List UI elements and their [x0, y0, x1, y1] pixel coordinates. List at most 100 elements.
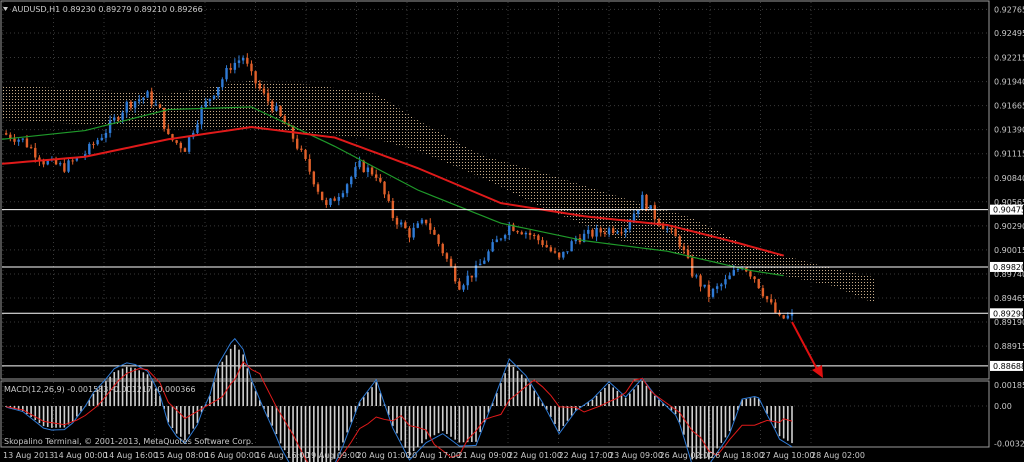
candle-body: [88, 143, 91, 155]
candle-body: [628, 222, 632, 230]
candle-body: [462, 285, 465, 290]
candle-body: [179, 142, 182, 149]
time-tick-label: 20 Aug 17:00: [407, 451, 461, 460]
macd-title: MACD(12,26,9) -0.001583 -0.001217 -0.000…: [4, 385, 196, 394]
candle-body: [296, 138, 299, 149]
candle-body: [246, 57, 249, 64]
macd-tick-label: 0.00: [994, 402, 1012, 411]
candle-body: [649, 205, 652, 210]
candle-body: [429, 223, 432, 230]
price-tick-label: 0.92495: [994, 29, 1024, 38]
candle-body: [154, 104, 158, 106]
candle-body: [250, 63, 253, 72]
candle-body: [379, 177, 382, 182]
candle-body: [395, 217, 399, 225]
candle-body: [271, 101, 274, 111]
candle-body: [470, 275, 474, 278]
candle-body: [437, 234, 440, 244]
candle-body: [129, 101, 133, 108]
candle-body: [383, 181, 386, 195]
candle-body: [508, 224, 511, 236]
candle-body: [499, 238, 503, 240]
candle-body: [350, 176, 353, 185]
candle-body: [454, 266, 457, 282]
candle-body: [753, 276, 756, 280]
candle-body: [262, 88, 266, 93]
candle-body: [187, 137, 191, 152]
candle-body: [503, 235, 507, 239]
candle-body: [720, 284, 723, 287]
level-price-label: 0.88688: [993, 362, 1024, 371]
candle-body: [458, 281, 461, 290]
candle-body: [495, 239, 498, 243]
candle-body: [732, 270, 735, 276]
candle-body: [545, 245, 548, 248]
candle-body: [682, 246, 686, 250]
candle-body: [478, 263, 482, 266]
candle-body: [329, 198, 332, 205]
candle-body: [96, 140, 99, 145]
price-axis: 0.92765 0.92495 0.92215 0.91940 0.91665 0.913…: [990, 5, 1024, 371]
candle-body: [653, 205, 656, 220]
candle-body: [765, 296, 769, 300]
candle-body: [724, 279, 727, 285]
candle-body: [483, 260, 486, 264]
copyright-text: Skopalino Terminal, © 2001-2013, MetaQuo…: [4, 437, 253, 446]
candle-body: [196, 124, 199, 133]
price-tick-label: 0.90840: [994, 174, 1024, 183]
candle-body: [603, 232, 607, 234]
candle-body: [528, 232, 532, 236]
candle-body: [387, 194, 390, 201]
time-tick-label: 15 Aug 08:00: [155, 451, 209, 460]
candle-body: [4, 133, 8, 135]
candle-body: [641, 194, 644, 210]
time-tick-label: 16 Aug 00:00: [205, 451, 259, 460]
candle-body: [666, 228, 669, 230]
candle-body: [221, 79, 224, 88]
candle-body: [707, 284, 711, 297]
time-tick-label: 14 Aug 16:00: [104, 451, 158, 460]
chart-root: 0.92765 0.92495 0.92215 0.91940 0.91665 0.913…: [0, 0, 1024, 462]
candle-body: [670, 228, 673, 230]
candle-body: [703, 284, 706, 287]
candle-body: [587, 229, 590, 234]
candle-body: [424, 219, 428, 224]
candle-body: [607, 228, 611, 234]
candle-body: [370, 167, 374, 175]
candle-body: [333, 198, 336, 201]
candle-body: [466, 275, 469, 286]
candle-body: [616, 232, 619, 234]
candle-body: [736, 269, 740, 271]
candle-body: [782, 315, 785, 319]
candle-body: [241, 57, 245, 61]
candle-body: [63, 163, 66, 172]
candle-body: [786, 315, 790, 319]
candle-body: [183, 148, 187, 152]
level-price-label: 0.89290: [993, 309, 1024, 318]
candle-body: [117, 117, 120, 120]
candle-body: [433, 229, 436, 235]
candle-body: [678, 236, 681, 247]
candle-body: [487, 251, 490, 261]
price-tick-label: 0.91115: [994, 150, 1024, 159]
chart-title: AUDUSD,H1 0.89230 0.89279 0.89210 0.8926…: [12, 5, 203, 14]
candle-body: [761, 288, 765, 297]
candle-body: [13, 138, 16, 142]
candle-body: [591, 229, 594, 237]
candle-body: [757, 279, 760, 289]
candle-body: [121, 112, 124, 120]
candle-body: [441, 243, 444, 254]
candle-body: [399, 222, 403, 225]
candle-body: [524, 232, 528, 235]
candle-body: [520, 232, 523, 235]
price-tick-label: 0.91390: [994, 126, 1024, 135]
candle-body: [146, 91, 149, 98]
candle-body: [225, 67, 228, 80]
time-tick-label: 20 Aug 01:00: [357, 451, 411, 460]
candle-body: [204, 101, 207, 108]
candle-body: [624, 229, 627, 233]
time-tick-label: 13 Aug 2013: [3, 451, 54, 460]
candle-body: [537, 235, 540, 241]
candle-body: [325, 200, 328, 205]
candle-body: [595, 228, 598, 237]
